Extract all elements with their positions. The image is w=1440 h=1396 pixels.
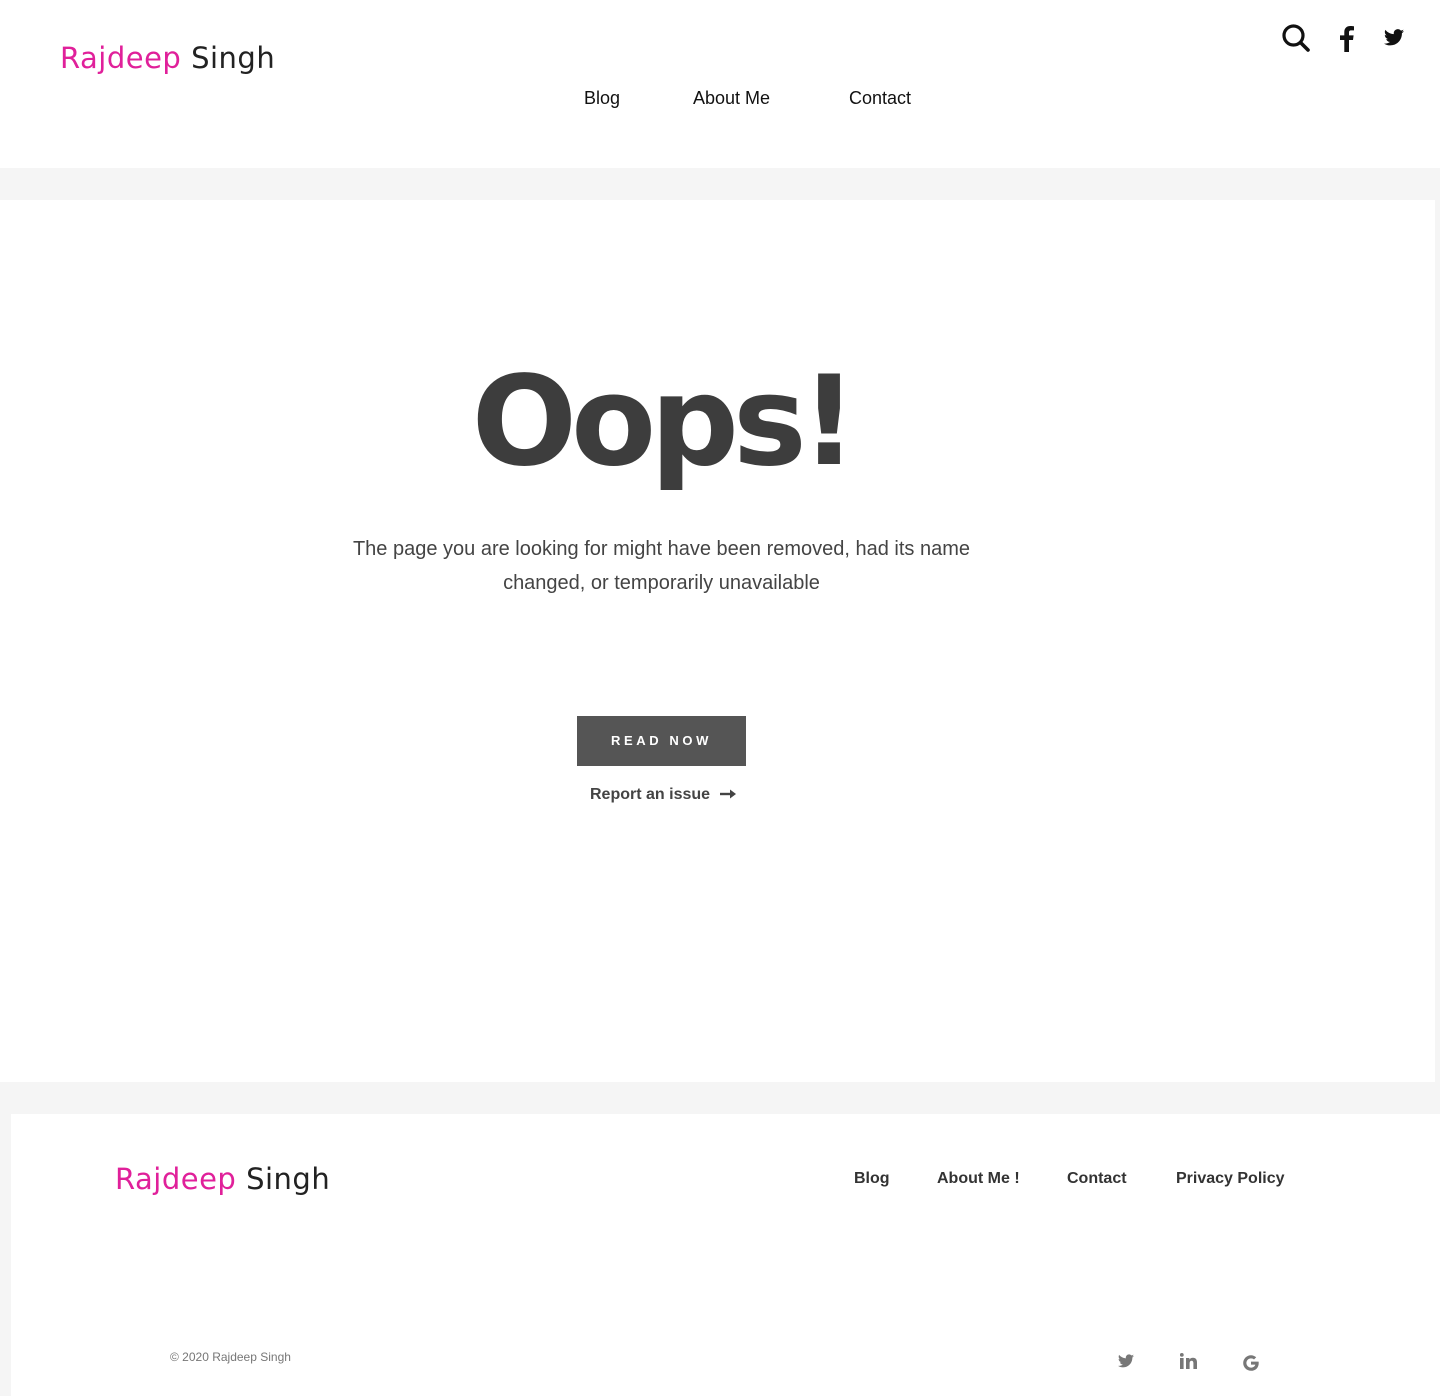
logo-first-name: Rajdeep: [115, 1162, 237, 1196]
report-issue-label: Report an issue: [590, 786, 711, 803]
logo-first-name: Rajdeep: [60, 41, 182, 75]
read-now-button[interactable]: READ NOW: [577, 716, 746, 766]
logo-last-name: Singh: [191, 41, 276, 75]
copyright-text: © 2020 Rajdeep Singh: [170, 1350, 291, 1364]
error-message: The page you are looking for might have …: [352, 538, 971, 594]
footer-logo[interactable]: Rajdeep Singh: [115, 1162, 330, 1196]
linkedin-icon[interactable]: [1179, 1353, 1197, 1374]
nav-item-blog[interactable]: Blog: [584, 88, 620, 109]
nav-item-about-me[interactable]: About Me: [693, 88, 770, 109]
error-title: Oops!: [471, 350, 858, 494]
twitter-icon[interactable]: [1384, 29, 1404, 51]
footer-nav-contact[interactable]: Contact: [1067, 1170, 1127, 1188]
google-icon[interactable]: [1243, 1355, 1259, 1376]
site-header: Rajdeep Singh Blog About Me Contact: [0, 0, 1440, 168]
report-issue-link[interactable]: Report an issue: [590, 786, 737, 804]
twitter-icon[interactable]: [1118, 1354, 1134, 1373]
facebook-icon[interactable]: [1340, 26, 1354, 57]
error-content: Oops! The page you are looking for might…: [0, 200, 1435, 1082]
footer-nav-about-me[interactable]: About Me !: [937, 1170, 1020, 1188]
logo-last-name: Singh: [246, 1162, 331, 1196]
search-icon[interactable]: [1281, 23, 1311, 58]
arrow-right-icon: [720, 786, 737, 804]
footer-nav-blog[interactable]: Blog: [854, 1170, 890, 1188]
site-footer: Rajdeep Singh Blog About Me ! Contact Pr…: [11, 1114, 1440, 1396]
footer-nav-privacy-policy[interactable]: Privacy Policy: [1176, 1170, 1285, 1188]
site-logo[interactable]: Rajdeep Singh: [60, 41, 275, 75]
nav-item-contact[interactable]: Contact: [849, 88, 911, 109]
